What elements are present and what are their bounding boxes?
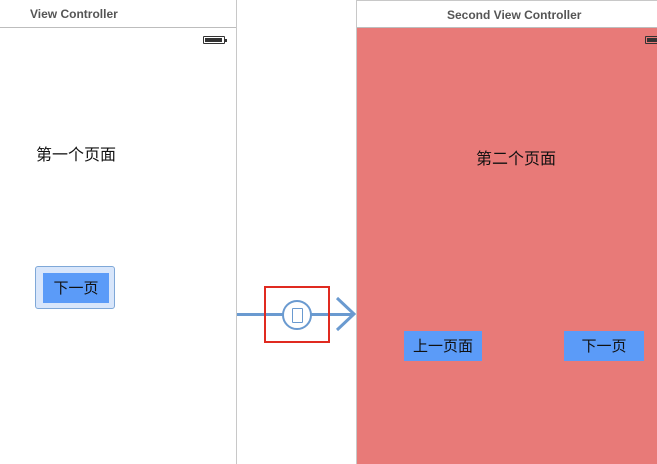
next-page-button[interactable]: 下一页 xyxy=(43,273,109,303)
battery-icon xyxy=(203,36,227,44)
scene-title-bar[interactable]: Second View Controller xyxy=(357,0,657,28)
next-page-button[interactable]: 下一页 xyxy=(564,331,644,361)
storyboard-canvas: View Controller 第一个页面 下一页 Second View Co… xyxy=(0,0,657,464)
battery-icon xyxy=(645,36,657,44)
page-label[interactable]: 第二个页面 xyxy=(476,145,556,169)
scene-title: Second View Controller xyxy=(447,8,582,22)
view-controller-scene[interactable]: View Controller 第一个页面 下一页 xyxy=(0,0,236,464)
second-view-controller-scene[interactable]: Second View Controller 第二个页面 上一页面 下一页 xyxy=(357,0,657,464)
page-label[interactable]: 第一个页面 xyxy=(36,141,116,165)
segue-arrowhead-icon xyxy=(335,296,357,332)
segue-device-glyph xyxy=(292,308,303,323)
previous-page-button[interactable]: 上一页面 xyxy=(404,331,482,361)
scene-divider xyxy=(236,0,237,464)
segue-modal-icon[interactable] xyxy=(282,300,312,330)
scene-title-bar[interactable]: View Controller xyxy=(0,0,236,28)
scene-title: View Controller xyxy=(30,7,118,21)
